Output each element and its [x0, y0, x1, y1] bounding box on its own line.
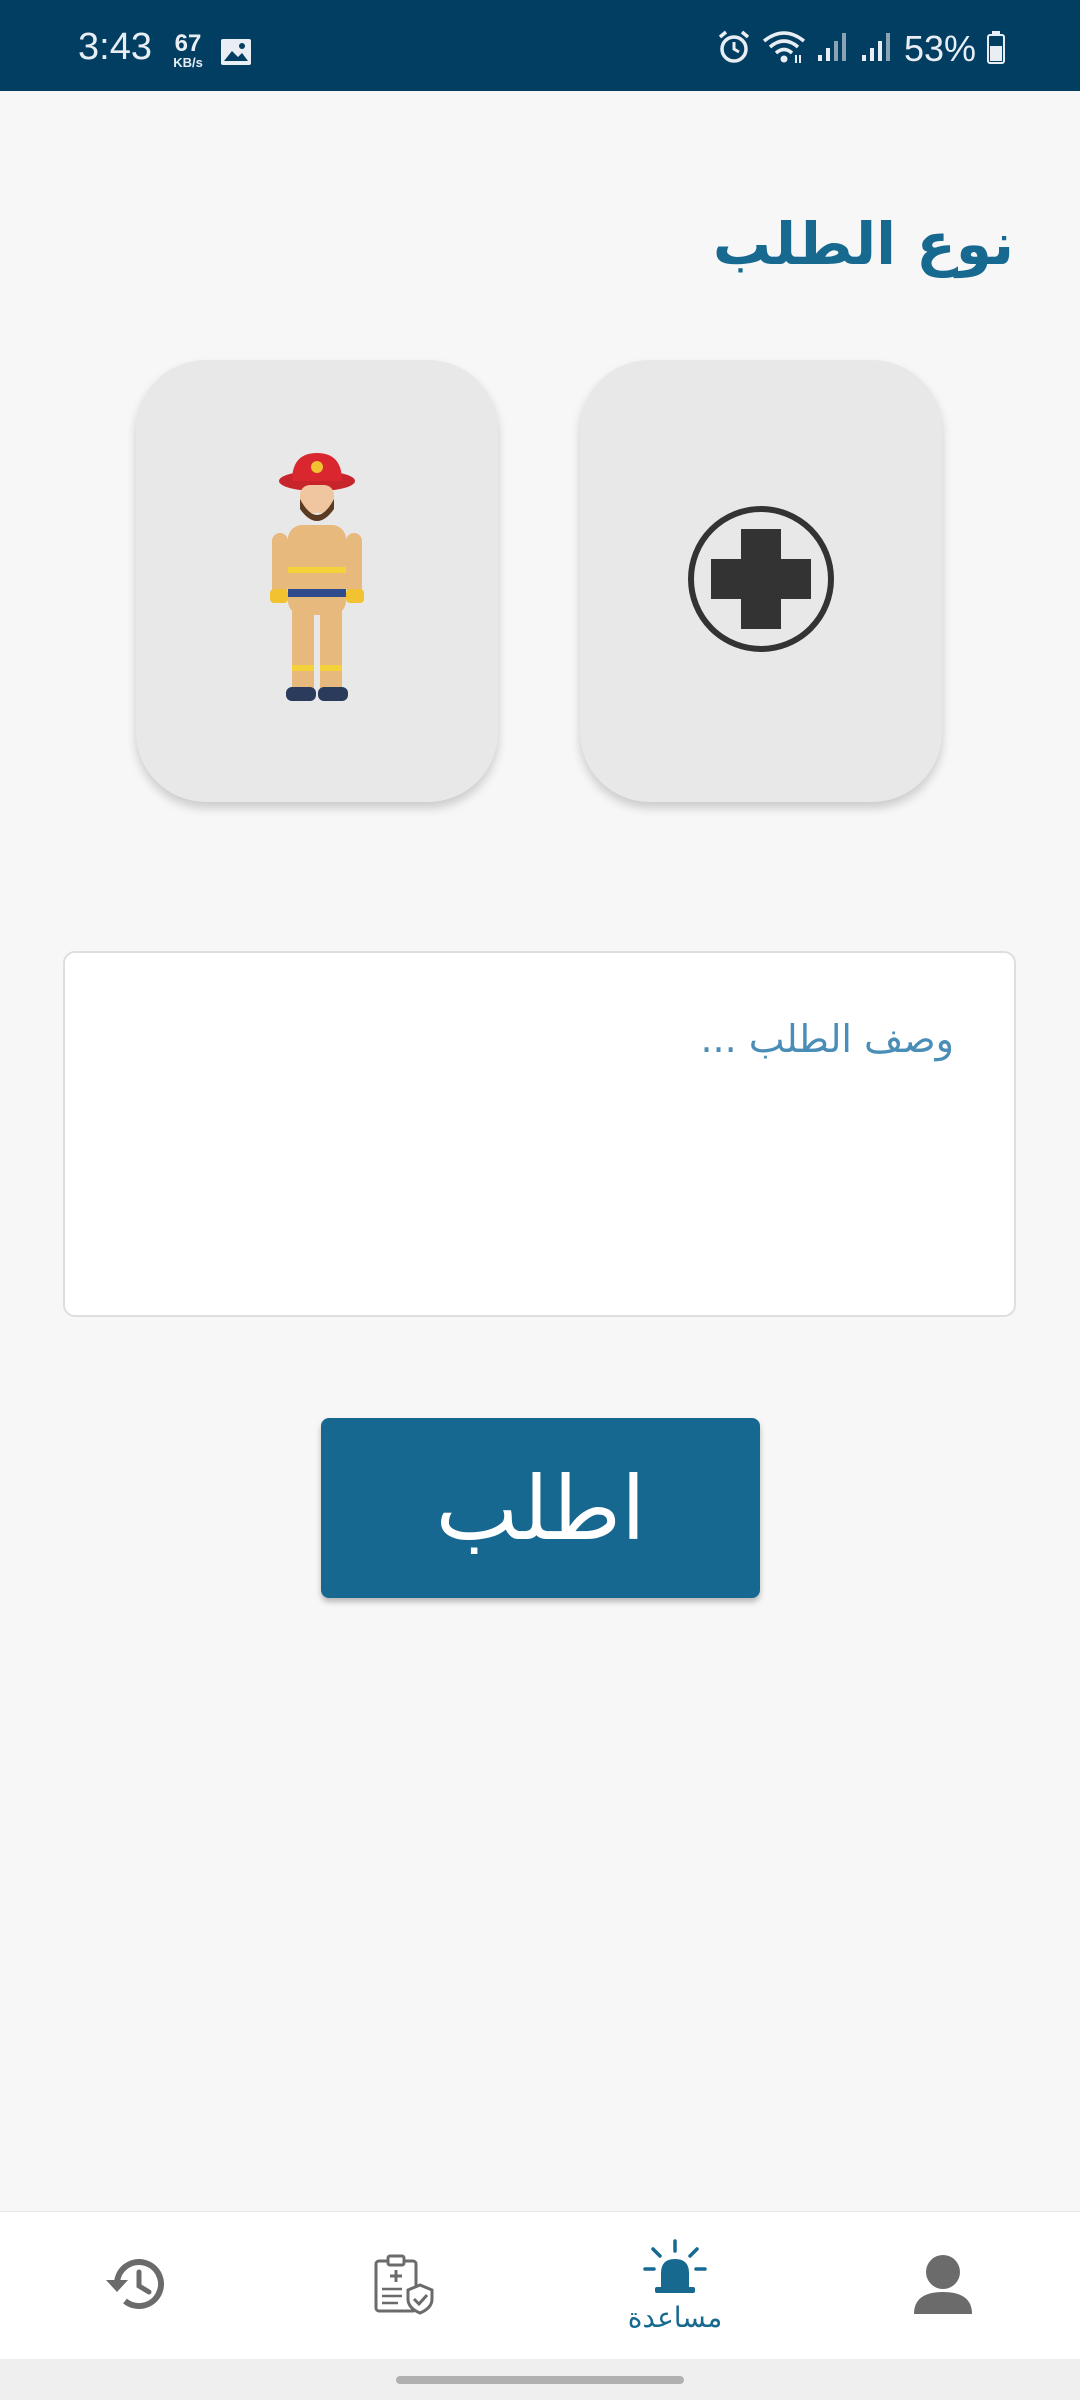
history-icon: [103, 2256, 165, 2316]
profile-icon: [912, 2252, 974, 2320]
nav-profile[interactable]: [843, 2212, 1043, 2360]
status-bar: 3:43 67 KB/s 53%: [0, 0, 1080, 91]
nav-help[interactable]: مساعدة: [575, 2212, 775, 2360]
status-icons: 53%: [716, 28, 1006, 70]
siren-icon: [643, 2238, 707, 2299]
signal-icon: [860, 31, 894, 67]
medical-cross-icon: [686, 504, 836, 658]
page-title: نوع الطلب: [712, 210, 1014, 278]
wifi-icon: [762, 29, 806, 69]
firefighter-icon: [252, 449, 382, 713]
battery-icon: [986, 30, 1006, 68]
bottom-navigation: مساعدة: [0, 2211, 1080, 2359]
network-speed-value: 67: [174, 30, 202, 57]
network-speed: 67 KB/s: [168, 30, 208, 70]
status-time: 3:43: [78, 26, 152, 68]
medical-records-icon: [372, 2253, 434, 2319]
nav-medical-records[interactable]: [303, 2212, 503, 2360]
image-icon: [220, 38, 252, 70]
request-description-input[interactable]: [65, 953, 1014, 1315]
gesture-area: [0, 2359, 1080, 2400]
alarm-icon: [716, 29, 752, 69]
medical-request-card[interactable]: [580, 360, 942, 802]
signal-icon: [816, 31, 850, 67]
firefighter-request-card[interactable]: [136, 360, 498, 802]
network-speed-unit: KB/s: [173, 55, 203, 70]
nav-history[interactable]: [34, 2212, 234, 2360]
submit-request-button[interactable]: اطلب: [321, 1418, 760, 1598]
request-description-box: [63, 951, 1016, 1317]
home-gesture-bar[interactable]: [396, 2376, 684, 2384]
battery-percent: 53%: [903, 28, 976, 69]
nav-help-label: مساعدة: [627, 2300, 723, 2334]
